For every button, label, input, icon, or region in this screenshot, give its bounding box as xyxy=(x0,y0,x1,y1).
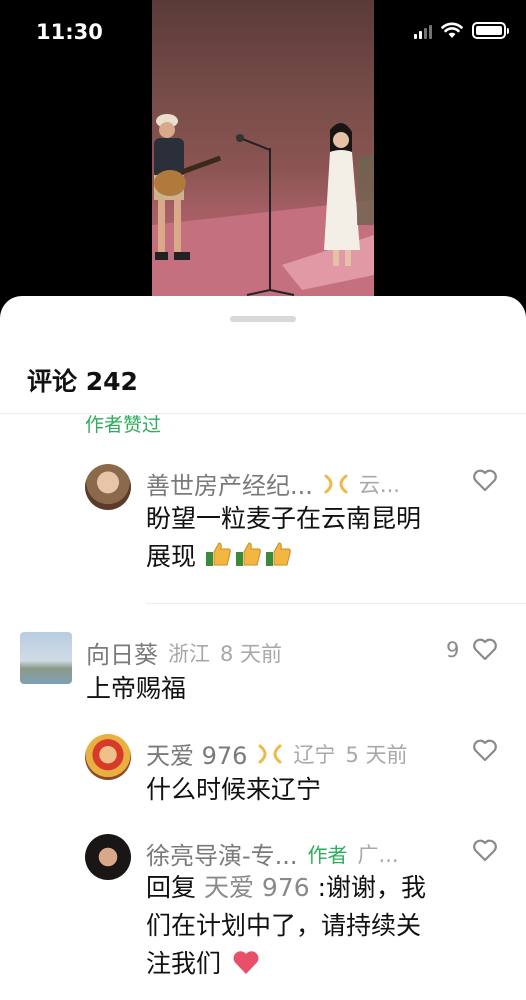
comment-meta: 向日葵 浙江 8 天前 xyxy=(86,635,282,670)
comment-meta: 天爱 976 辽宁 5 天前 xyxy=(146,736,407,771)
comment-text-line: 展现 xyxy=(146,538,506,576)
status-bar: 11:30 xyxy=(0,0,526,60)
like-heart-icon[interactable] xyxy=(472,637,498,661)
comment-time: 5 天前 xyxy=(345,742,408,767)
author-liked-label: 作者赞过 xyxy=(85,414,162,436)
comment-meta: 善世房产经纪... 云... xyxy=(146,466,400,501)
thumbs-up-icon xyxy=(235,542,261,566)
like-count: 9 xyxy=(446,638,460,662)
fan-badge-icon xyxy=(258,744,282,763)
author-tag: 作者 xyxy=(307,843,348,867)
like-heart-icon[interactable] xyxy=(472,738,498,762)
comment-author[interactable]: 向日葵 xyxy=(86,635,158,670)
drag-handle[interactable] xyxy=(230,316,296,322)
comment-text-line: 盼望一粒麦子在云南昆明 xyxy=(146,504,422,533)
comment-author[interactable]: 善世房产经纪... xyxy=(146,466,313,501)
comment-text-line: 们在计划中了，请持续关 xyxy=(146,911,422,940)
comments-label: 评论 xyxy=(27,367,78,396)
comment-text: 上帝赐福 xyxy=(86,674,187,703)
comment-location: 广... xyxy=(357,842,399,867)
like-heart-icon[interactable] xyxy=(472,838,498,862)
fan-badge-icon xyxy=(324,474,348,493)
battery-icon xyxy=(472,22,509,39)
divider xyxy=(146,603,526,604)
thumbs-up-icon xyxy=(205,542,231,566)
avatar[interactable] xyxy=(85,834,131,880)
comment-location: 浙江 xyxy=(168,641,210,666)
avatar[interactable] xyxy=(85,734,131,780)
comment-text: 回复 天爱 976 :谢谢，我 们在计划中了，请持续关 注我们 xyxy=(146,869,506,983)
comment-author[interactable]: 徐亮导演-专... xyxy=(146,836,298,871)
comment-time: 8 天前 xyxy=(220,641,283,666)
comments-header: 评论 242 xyxy=(27,362,138,398)
comment-location: 辽宁 xyxy=(293,742,336,767)
comments-count: 242 xyxy=(85,367,138,396)
like-heart-icon[interactable] xyxy=(472,468,498,492)
comment-text-line: 注我们 xyxy=(146,945,506,983)
avatar[interactable] xyxy=(20,632,72,684)
thumbs-up-icon xyxy=(265,542,291,566)
comments-sheet: 评论 242 作者赞过 善世房产经纪... 云... 盼望一粒麦子在云南昆明 展… xyxy=(0,296,526,1000)
comment-text-part: :谢谢，我 xyxy=(317,873,427,902)
status-icons xyxy=(414,22,509,39)
comment-location: 云... xyxy=(358,472,400,497)
comment-text-part: 注我们 xyxy=(146,949,222,978)
wifi-icon xyxy=(441,22,463,38)
comment-author[interactable]: 天爱 976 xyxy=(146,736,247,771)
comment-meta: 徐亮导演-专... 作者 广... xyxy=(146,836,399,871)
avatar[interactable] xyxy=(85,464,131,510)
heart-emoji-icon xyxy=(233,951,259,974)
comment-text: 盼望一粒麦子在云南昆明 展现 xyxy=(146,500,506,576)
comment-text-line: 回复 天爱 976 :谢谢，我 xyxy=(146,869,506,907)
comment-text-part: 展现 xyxy=(146,542,197,571)
comment-text: 什么时候来辽宁 xyxy=(146,775,322,804)
reply-to-name[interactable]: 天爱 976 xyxy=(204,873,310,902)
reply-prefix: 回复 xyxy=(146,873,197,902)
divider xyxy=(0,413,526,414)
cellular-signal-icon xyxy=(414,23,432,39)
status-time: 11:30 xyxy=(36,20,103,44)
